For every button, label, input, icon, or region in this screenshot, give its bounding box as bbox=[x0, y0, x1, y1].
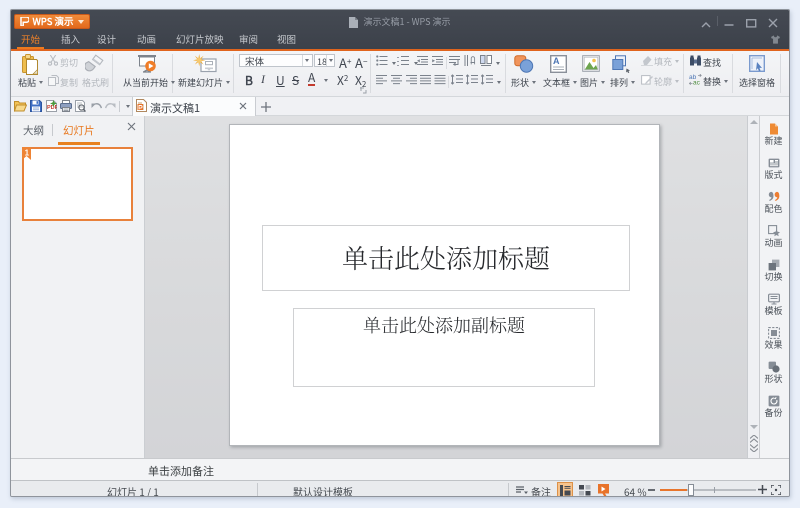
svg-text:ac: ac bbox=[693, 80, 701, 86]
svg-text:1: 1 bbox=[25, 149, 30, 158]
svg-text:A: A bbox=[553, 56, 560, 66]
svg-text:PDF: PDF bbox=[47, 105, 57, 111]
